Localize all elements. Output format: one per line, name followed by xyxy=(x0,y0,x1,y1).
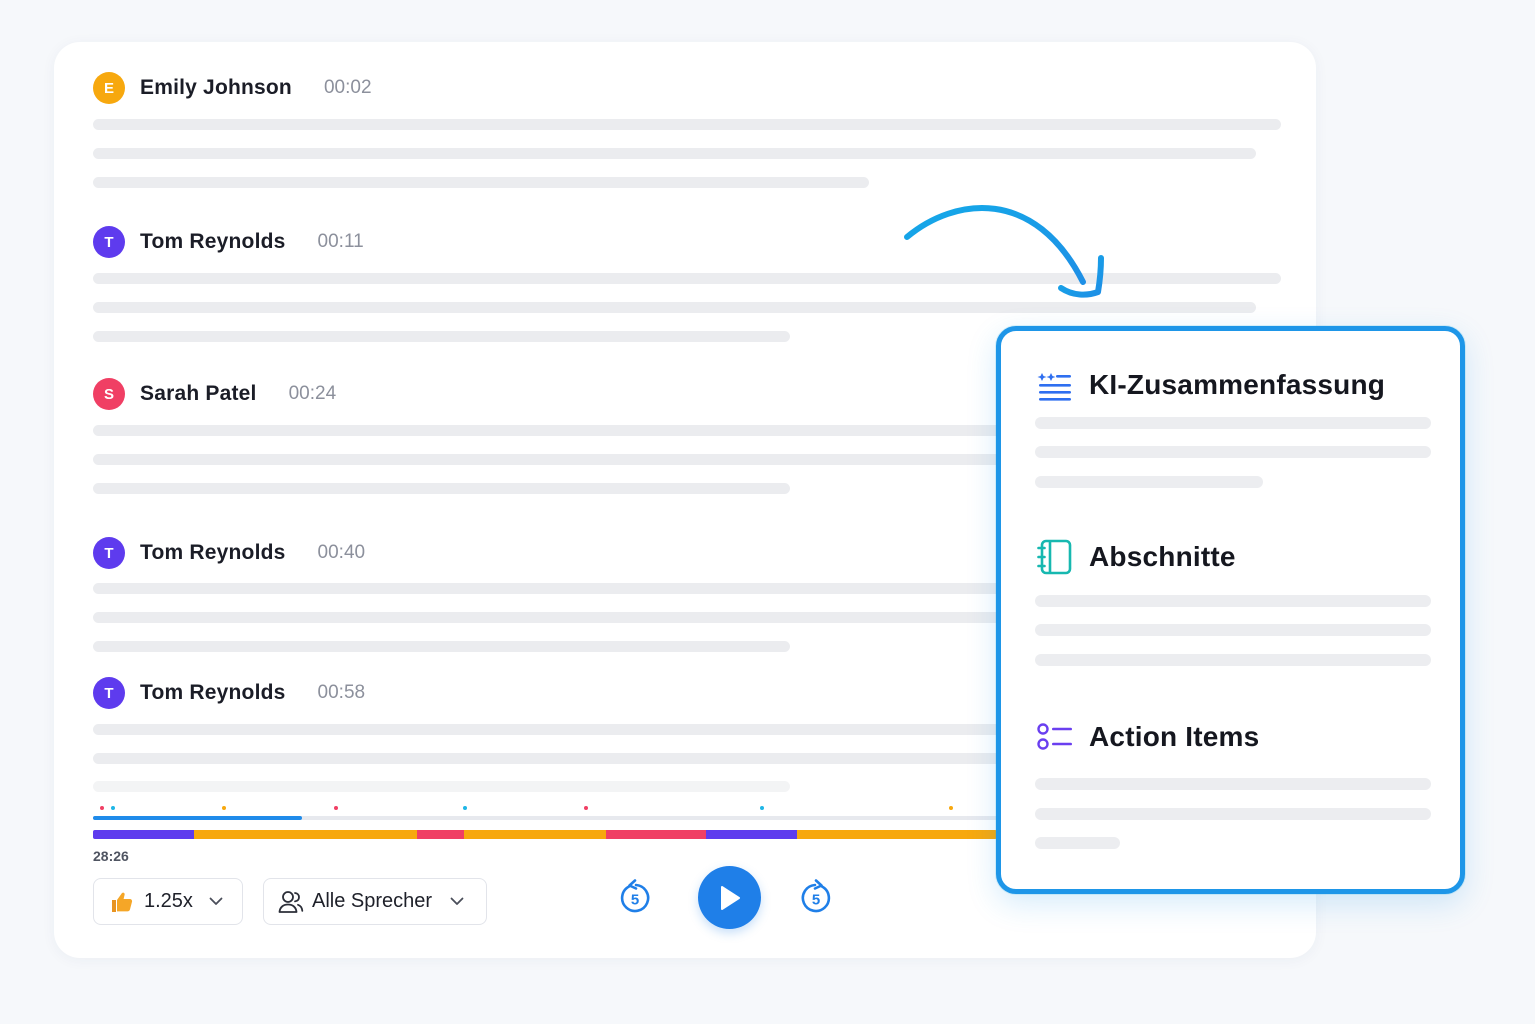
rewind-icon: 5 xyxy=(620,879,650,913)
current-time: 28:26 xyxy=(93,848,129,864)
speaker-timestamp[interactable]: 00:40 xyxy=(318,542,366,564)
timeline-marker[interactable] xyxy=(111,806,115,810)
curved-arrow-icon xyxy=(904,205,1104,298)
text-placeholder-line xyxy=(1035,595,1431,607)
timeline-segment xyxy=(797,830,997,839)
speaker-timestamp[interactable]: 00:24 xyxy=(289,383,337,405)
rewind-button[interactable]: 5 xyxy=(615,878,655,918)
timeline-marker[interactable] xyxy=(760,806,764,810)
timeline-marker[interactable] xyxy=(949,806,953,810)
speaker-header[interactable]: T Tom Reynolds 00:58 xyxy=(93,676,365,710)
speaker-avatar: E xyxy=(93,72,125,104)
text-placeholder-line xyxy=(1035,446,1431,458)
timeline-segment xyxy=(606,830,706,839)
text-placeholder-line xyxy=(93,331,790,342)
speaker-name: Tom Reynolds xyxy=(140,681,286,704)
speaker-timestamp[interactable]: 00:58 xyxy=(318,682,366,704)
text-placeholder-line xyxy=(93,641,790,652)
speaker-timeline[interactable] xyxy=(93,830,997,839)
playback-speed-select[interactable]: 1.25x xyxy=(93,878,243,925)
text-placeholder-line xyxy=(93,119,1281,130)
speaker-avatar: T xyxy=(93,677,125,709)
action-items-section-header[interactable]: Action Items xyxy=(1037,721,1259,753)
playback-speed-value: 1.25x xyxy=(144,890,193,912)
text-placeholder-line xyxy=(93,148,1256,159)
forward-seconds: 5 xyxy=(812,892,820,909)
playback-progress-fill xyxy=(93,816,303,820)
summary-section-header[interactable]: KI-Zusammenfassung xyxy=(1037,369,1385,401)
chevron-down-icon xyxy=(209,897,223,906)
text-placeholder-line xyxy=(93,177,869,188)
forward-icon: 5 xyxy=(801,879,831,913)
play-icon xyxy=(720,885,740,910)
text-placeholder-line xyxy=(1035,778,1431,790)
text-placeholder-line xyxy=(93,483,790,494)
text-placeholder-line xyxy=(1035,808,1431,820)
speaker-header[interactable]: E Emily Johnson 00:02 xyxy=(93,71,372,105)
text-placeholder-line xyxy=(93,781,790,792)
timeline-segment xyxy=(417,830,464,839)
timeline-segment xyxy=(464,830,606,839)
speaker-header[interactable]: T Tom Reynolds 00:40 xyxy=(93,536,365,570)
speaker-name: Emily Johnson xyxy=(140,76,292,99)
speaker-timestamp[interactable]: 00:02 xyxy=(324,77,372,99)
playback-progress-bar[interactable] xyxy=(93,816,1003,820)
timeline-marker[interactable] xyxy=(100,806,104,810)
speaker-avatar: T xyxy=(93,537,125,569)
ai-summary-icon xyxy=(1037,373,1071,401)
timeline-segment xyxy=(194,830,417,839)
sections-title: Abschnitte xyxy=(1089,541,1236,572)
timeline-segment xyxy=(706,830,797,839)
users-icon xyxy=(278,890,304,914)
summary-title: KI-Zusammenfassung xyxy=(1089,369,1386,400)
action-items-title: Action Items xyxy=(1089,721,1260,752)
forward-button[interactable]: 5 xyxy=(796,878,836,918)
speaker-name: Tom Reynolds xyxy=(140,230,286,253)
speaker-name: Sarah Patel xyxy=(140,382,257,405)
speaker-filter-value: Alle Sprecher xyxy=(312,890,433,912)
speaker-avatar: T xyxy=(93,226,125,258)
text-placeholder-line xyxy=(1035,476,1263,488)
ai-summary-panel: KI-Zusammenfassung Abschnitte Action Ite… xyxy=(996,326,1465,894)
speaker-header[interactable]: S Sarah Patel 00:24 xyxy=(93,377,336,411)
text-placeholder-line xyxy=(1035,417,1431,429)
speaker-header[interactable]: T Tom Reynolds 00:11 xyxy=(93,225,364,259)
chevron-down-icon xyxy=(450,897,464,906)
notebook-icon xyxy=(1037,539,1072,575)
timeline-marker[interactable] xyxy=(222,806,226,810)
text-placeholder-line xyxy=(1035,654,1431,666)
sections-section-header[interactable]: Abschnitte xyxy=(1037,539,1236,575)
speaker-timestamp[interactable]: 00:11 xyxy=(318,231,364,253)
text-placeholder-line xyxy=(1035,624,1431,636)
speaker-name: Tom Reynolds xyxy=(140,541,286,564)
text-placeholder-line xyxy=(1035,837,1120,849)
speaker-filter-select[interactable]: Alle Sprecher xyxy=(263,878,487,925)
timeline-marker[interactable] xyxy=(584,806,588,810)
rewind-seconds: 5 xyxy=(631,892,639,909)
speaker-avatar: S xyxy=(93,378,125,410)
thumbs-up-icon xyxy=(110,891,134,913)
timeline-marker[interactable] xyxy=(463,806,467,810)
timeline-marker[interactable] xyxy=(334,806,338,810)
checklist-icon xyxy=(1037,723,1072,750)
play-button[interactable] xyxy=(698,866,761,929)
timeline-segment xyxy=(93,830,194,839)
